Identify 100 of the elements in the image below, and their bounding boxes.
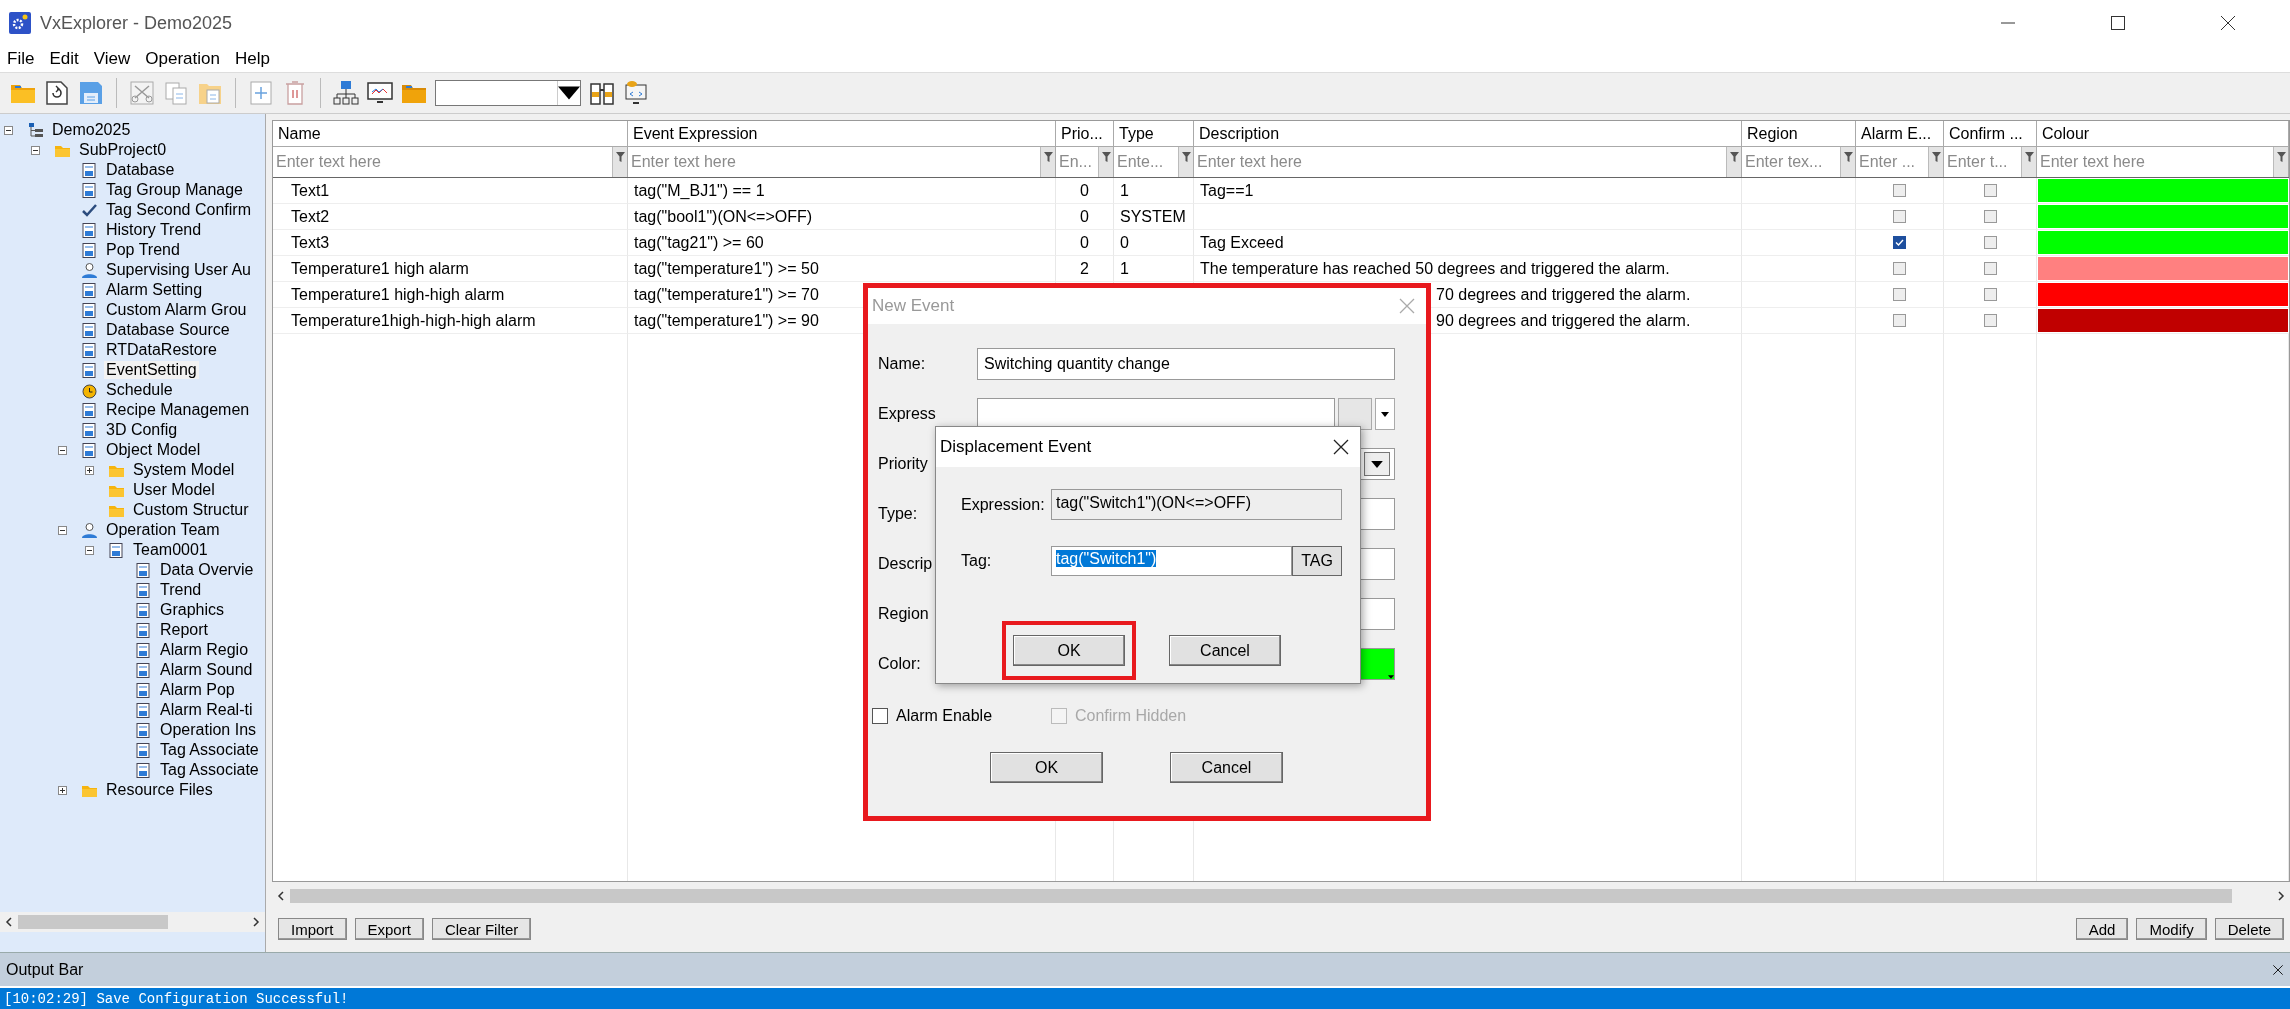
tree-item[interactable]: Data Overvie — [158, 561, 256, 579]
tree-item[interactable]: Alarm Setting — [104, 281, 205, 299]
tree-item[interactable]: Demo2025 — [50, 121, 133, 139]
tree-item[interactable]: Alarm Real-ti — [158, 701, 255, 719]
reload-icon[interactable] — [44, 80, 70, 106]
menu-item[interactable]: File — [7, 49, 35, 69]
expand-toggle[interactable] — [4, 125, 13, 135]
tree-item[interactable]: Database Source — [104, 321, 232, 339]
filter-icon[interactable] — [1928, 147, 1943, 177]
close-button[interactable] — [2218, 13, 2238, 33]
tree-item[interactable]: System Model — [131, 461, 237, 479]
menu-item[interactable]: Operation — [145, 49, 220, 69]
tree-item[interactable]: Schedule — [104, 381, 175, 399]
expand-toggle[interactable] — [85, 465, 94, 475]
filter-icon[interactable] — [1098, 147, 1113, 177]
hierarchy-icon[interactable] — [333, 80, 359, 106]
action-button[interactable]: Modify — [2136, 918, 2207, 940]
filter-icon[interactable] — [1178, 147, 1193, 177]
close-icon[interactable] — [1332, 438, 1350, 456]
action-button[interactable]: Export — [354, 918, 424, 940]
action-button[interactable]: Add — [2075, 918, 2129, 940]
tree-item[interactable]: Database — [104, 161, 177, 179]
dialog-button[interactable]: OK — [1013, 635, 1125, 666]
tag-button[interactable]: TAG — [1292, 545, 1342, 576]
checkbox[interactable] — [1893, 314, 1906, 327]
cut-icon[interactable] — [129, 80, 155, 106]
maximize-button[interactable] — [2108, 13, 2128, 33]
menu-item[interactable]: Help — [234, 49, 270, 69]
table-row[interactable]: Text3 tag("tag21") >= 60 0 0 Tag Exceed — [273, 230, 2289, 256]
menu-item[interactable]: Edit — [49, 49, 79, 69]
tree-item[interactable]: Custom Structur — [131, 501, 251, 519]
filter-icon[interactable] — [2021, 147, 2036, 177]
expand-toggle[interactable] — [58, 445, 67, 455]
tree-item[interactable]: EventSetting — [104, 361, 199, 379]
table-row[interactable]: Text1 tag("M_BJ1") == 1 0 1 Tag==1 — [273, 178, 2289, 204]
filter-icon[interactable] — [612, 147, 627, 177]
tree-item[interactable]: Alarm Regio — [158, 641, 251, 659]
checkbox[interactable] — [1983, 184, 1997, 197]
checkbox[interactable] — [1893, 210, 1906, 223]
tree-item[interactable]: SubProject0 — [77, 141, 169, 159]
expand-toggle[interactable] — [58, 785, 67, 795]
tree-item[interactable]: Operation Team — [104, 521, 222, 539]
dialog-button[interactable]: OK — [990, 752, 1103, 783]
filter-icon[interactable] — [1726, 147, 1741, 177]
table-cell: tag("bool1")(ON<=>OFF) — [628, 204, 1056, 230]
tree-item[interactable]: Resource Files — [104, 781, 215, 799]
tree-item[interactable]: Operation Ins — [158, 721, 259, 739]
tree-item[interactable]: Team0001 — [131, 541, 210, 559]
tree-item[interactable]: Tag Associate — [158, 741, 261, 759]
tree-item[interactable]: Tag Associate — [158, 761, 261, 779]
binoculars-icon[interactable] — [589, 80, 615, 106]
checkbox[interactable]: Alarm Enable — [872, 707, 1051, 725]
dialog-button[interactable]: Cancel — [1170, 752, 1283, 783]
tree-item[interactable]: User Model — [131, 481, 217, 499]
checkbox[interactable] — [1983, 236, 1997, 249]
tree-item[interactable]: Object Model — [104, 441, 203, 459]
filter-icon[interactable] — [2273, 147, 2288, 177]
expand-toggle[interactable] — [85, 545, 94, 555]
tree-item[interactable]: Alarm Sound — [158, 661, 255, 679]
tree-item[interactable]: Custom Alarm Grou — [104, 301, 249, 319]
checkbox[interactable] — [1983, 288, 1997, 301]
checkbox[interactable] — [1983, 314, 1997, 327]
tree-item[interactable]: Tag Group Manage — [104, 181, 245, 199]
expression-field[interactable]: tag("Switch1")(ON<=>OFF) — [1051, 489, 1342, 520]
tree-item[interactable]: Alarm Pop — [158, 681, 237, 699]
action-button[interactable]: Delete — [2214, 918, 2284, 940]
horizontal-scrollbar[interactable] — [0, 912, 265, 932]
tree-item[interactable]: 3D Config — [104, 421, 180, 439]
action-button[interactable]: Import — [278, 918, 347, 940]
tree-item[interactable]: Trend — [158, 581, 204, 599]
text-field[interactable]: Switching quantity change — [977, 348, 1395, 380]
checkbox[interactable] — [1893, 262, 1906, 275]
action-button[interactable]: Clear Filter — [431, 918, 532, 940]
filter-icon[interactable] — [1840, 147, 1855, 177]
tree-item[interactable]: Recipe Managemen — [104, 401, 252, 419]
tree-item[interactable]: Graphics — [158, 601, 227, 619]
toolbar-dropdown[interactable] — [435, 80, 581, 106]
menu-item[interactable]: View — [93, 49, 131, 69]
filter-icon[interactable] — [1040, 147, 1055, 177]
checkbox[interactable] — [1893, 288, 1906, 301]
dropdown-button[interactable] — [1375, 398, 1395, 430]
table-row[interactable]: Temperature1 high alarm tag("temperature1") >= 50 2 1 The temperature has reached 50 degrees and triggered the alarm. — [273, 256, 2289, 282]
table-row[interactable]: Text2 tag("bool1")(ON<=>OFF) 0 SYSTEM — [273, 204, 2289, 230]
tree-item[interactable]: Pop Trend — [104, 241, 182, 259]
checkbox[interactable] — [1893, 184, 1906, 197]
screen-icon[interactable] — [623, 80, 649, 106]
tag-field[interactable]: tag("Switch1") — [1051, 545, 1292, 576]
checkbox[interactable] — [1893, 236, 1906, 249]
checkbox[interactable] — [1983, 210, 1997, 223]
expand-toggle[interactable] — [31, 145, 40, 155]
monitor-icon[interactable] — [367, 80, 393, 106]
expand-toggle[interactable] — [58, 525, 67, 535]
dialog-button[interactable]: Cancel — [1169, 635, 1281, 666]
tree-item[interactable]: History Trend — [104, 221, 204, 239]
tree-item[interactable]: Tag Second Confirm — [104, 201, 253, 219]
tree-item[interactable]: Report — [158, 621, 211, 639]
tree-item[interactable]: RTDataRestore — [104, 341, 219, 359]
tree-item[interactable]: Supervising User Au — [104, 261, 253, 279]
close-icon[interactable] — [2272, 963, 2284, 976]
checkbox[interactable] — [1983, 262, 1997, 275]
